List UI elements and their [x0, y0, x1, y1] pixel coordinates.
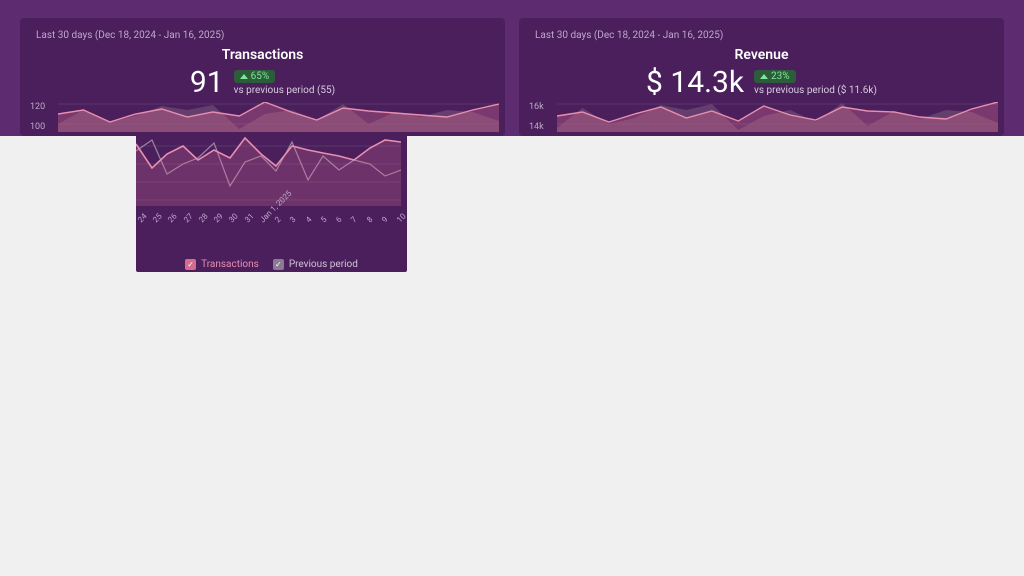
metric-value: 91 [190, 65, 224, 100]
x-tick: 25 [151, 212, 164, 225]
x-tick: 31 [243, 212, 256, 225]
y-tick: 14k [529, 122, 544, 132]
card-title: Transactions [36, 47, 489, 63]
vs-previous-text: vs previous period ($ 11.6k) [754, 85, 877, 96]
x-tick: 26 [166, 212, 179, 225]
transactions-expanded-chart: 2425262728293031Jan 1, 20252345678910 ✓ … [136, 136, 407, 272]
x-tick: 3 [288, 215, 298, 225]
checkbox-icon: ✓ [273, 259, 284, 270]
date-range: Last 30 days (Dec 18, 2024 - Jan 16, 202… [36, 30, 489, 41]
chart-body [136, 136, 401, 206]
legend-item-previous[interactable]: ✓ Previous period [273, 259, 358, 270]
x-axis: 2425262728293031Jan 1, 20252345678910 [136, 212, 401, 242]
x-tick: 7 [349, 215, 359, 225]
change-badge: 65% [234, 70, 276, 83]
vs-previous-text: vs previous period (55) [234, 85, 335, 96]
x-tick: 28 [197, 212, 210, 225]
change-badge: 23% [754, 70, 796, 83]
y-tick: 120 [30, 102, 45, 112]
x-tick: 9 [380, 215, 390, 225]
date-range: Last 30 days (Dec 18, 2024 - Jan 16, 202… [535, 30, 988, 41]
y-tick: 100 [30, 122, 45, 132]
chart-area: 16k 14k [519, 102, 1004, 132]
badge-text: 65% [251, 71, 270, 82]
checkbox-icon: ✓ [185, 259, 196, 270]
metric-row: $ 14.3k 23% vs previous period ($ 11.6k) [535, 65, 988, 100]
legend-label: Previous period [289, 259, 358, 270]
y-tick: 16k [529, 102, 544, 112]
x-tick: 10 [395, 212, 408, 225]
metric-row: 91 65% vs previous period (55) [36, 65, 489, 100]
card-title: Revenue [535, 47, 988, 63]
x-tick: 6 [334, 215, 344, 225]
x-tick: 30 [227, 212, 240, 225]
dashboard-top-bar: Last 30 days (Dec 18, 2024 - Jan 16, 202… [0, 0, 1024, 136]
legend-label: Transactions [201, 259, 259, 270]
metric-value: $ 14.3k [646, 65, 744, 100]
sparkline-top [58, 102, 499, 132]
x-tick: 5 [319, 215, 329, 225]
transactions-card: Last 30 days (Dec 18, 2024 - Jan 16, 202… [20, 18, 505, 136]
chart-legend: ✓ Transactions ✓ Previous period [136, 259, 407, 270]
x-tick: 4 [304, 215, 314, 225]
x-tick: 24 [136, 212, 149, 225]
x-tick: 27 [182, 212, 195, 225]
sparkline-top [557, 102, 998, 132]
up-arrow-icon [760, 74, 768, 79]
x-tick: 29 [212, 212, 225, 225]
badge-text: 23% [771, 71, 790, 82]
revenue-card: Last 30 days (Dec 18, 2024 - Jan 16, 202… [519, 18, 1004, 136]
x-tick: 8 [365, 215, 375, 225]
up-arrow-icon [240, 74, 248, 79]
legend-item-current[interactable]: ✓ Transactions [185, 259, 259, 270]
chart-area: 120 100 [20, 102, 505, 132]
x-tick: 2 [273, 215, 283, 225]
